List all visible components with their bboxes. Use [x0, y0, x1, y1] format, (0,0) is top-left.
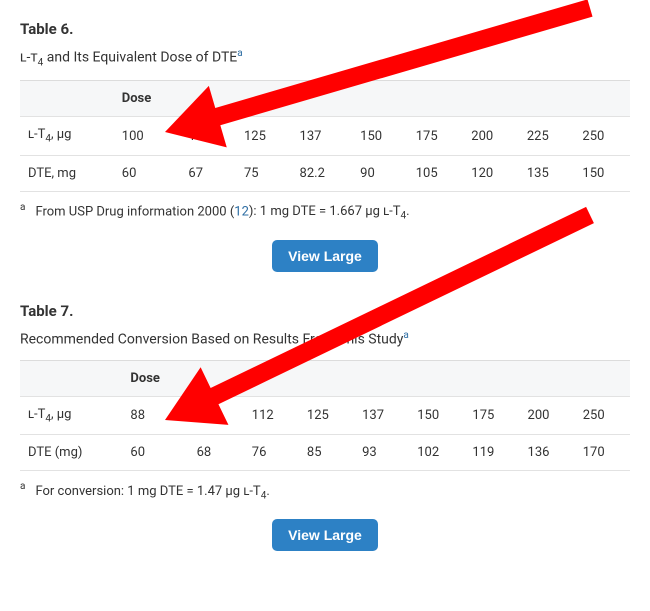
- table-cell: 125: [236, 117, 292, 156]
- table-6-caption: L-T4 and Its Equivalent Dose of DTEa: [20, 48, 630, 68]
- caption-sup: a: [237, 48, 242, 59]
- table-cell: 75: [236, 156, 292, 192]
- table-cell: 135: [519, 156, 575, 192]
- table-cell: 82.2: [292, 156, 353, 192]
- table-cell: 119: [464, 435, 519, 471]
- table-cell: 137: [292, 117, 353, 156]
- table-7-caption: Recommended Conversion Based on Results …: [20, 330, 630, 348]
- footnote-post: ): 1 mg DTE = 1.667 µg L-T4.: [249, 204, 410, 219]
- table-cell: 200: [520, 396, 575, 435]
- table-cell: 85: [299, 435, 354, 471]
- table-cell: 60: [122, 435, 188, 471]
- table-cell: 88: [122, 396, 188, 435]
- view-large-wrap: View Large: [20, 519, 630, 551]
- table-cell: 225: [519, 117, 575, 156]
- table-row: L-T4, µg88100112125137150175200250: [20, 396, 630, 435]
- table-cell: 250: [574, 117, 630, 156]
- table-row: L-T4, µg100112125137150175200225250: [20, 117, 630, 156]
- row-label-header: [20, 360, 122, 396]
- table-cell: 150: [352, 117, 408, 156]
- table-6-body: L-T4, µg100112125137150175200225250DTE, …: [20, 117, 630, 192]
- row-label-header: [20, 81, 114, 117]
- table-7-footnote: a For conversion: 1 mg DTE = 1.47 µg L-T4…: [20, 481, 630, 501]
- table-cell: 175: [408, 117, 464, 156]
- table-7-title: Table 7.: [20, 302, 630, 320]
- table-cell: 100: [114, 117, 181, 156]
- row-label: L-T4, µg: [20, 396, 122, 435]
- table-cell: 102: [409, 435, 464, 471]
- table-cell: 60: [114, 156, 181, 192]
- caption-post: and Its Equivalent Dose of DTE: [43, 50, 237, 66]
- footnote-ref-link[interactable]: 12: [234, 204, 249, 219]
- view-large-wrap: View Large: [20, 240, 630, 272]
- footnote-text: For conversion: 1 mg DTE = 1.47 µg L-T4.: [35, 484, 269, 499]
- footnote-pre: From USP Drug information 2000 (: [35, 204, 234, 219]
- table-cell: 105: [408, 156, 464, 192]
- table-cell: 112: [180, 117, 236, 156]
- table-cell: 137: [354, 396, 409, 435]
- table-7-body: L-T4, µg88100112125137150175200250DTE (m…: [20, 396, 630, 471]
- table-7-block: Table 7. Recommended Conversion Based on…: [20, 302, 630, 551]
- table-6-footnote: a From USP Drug information 2000 (12): 1 …: [20, 202, 630, 222]
- table-cell: 76: [244, 435, 299, 471]
- table-cell: 68: [189, 435, 244, 471]
- table-cell: 112: [244, 396, 299, 435]
- table-row: DTE, mg60677582.290105120135150: [20, 156, 630, 192]
- table-7: Dose L-T4, µg88100112125137150175200250D…: [20, 360, 630, 472]
- table-cell: 100: [189, 396, 244, 435]
- table-cell: 250: [575, 396, 630, 435]
- table-cell: 170: [575, 435, 630, 471]
- row-label: L-T4, µg: [20, 117, 114, 156]
- view-large-button[interactable]: View Large: [272, 519, 378, 551]
- table-cell: 93: [354, 435, 409, 471]
- table-7-header-row: Dose: [20, 360, 630, 396]
- footnote-mark: a: [20, 202, 25, 213]
- table-cell: 67: [180, 156, 236, 192]
- caption-sup: a: [403, 330, 408, 341]
- footnote-mark: a: [20, 481, 25, 492]
- row-label: DTE, mg: [20, 156, 114, 192]
- table-6-header-row: Dose: [20, 81, 630, 117]
- table-row: DTE (mg)6068768593102119136170: [20, 435, 630, 471]
- dose-header: Dose: [122, 360, 188, 396]
- table-cell: 90: [352, 156, 408, 192]
- table-6: Dose L-T4, µg100112125137150175200225250…: [20, 80, 630, 192]
- view-large-button[interactable]: View Large: [272, 240, 378, 272]
- table-cell: 120: [463, 156, 519, 192]
- caption-l: L-T: [20, 50, 38, 66]
- table-cell: 125: [299, 396, 354, 435]
- table-6-title: Table 6.: [20, 20, 630, 38]
- table-cell: 150: [574, 156, 630, 192]
- dose-header: Dose: [114, 81, 181, 117]
- table-cell: 175: [464, 396, 519, 435]
- caption-text: Recommended Conversion Based on Results …: [20, 332, 403, 348]
- table-cell: 150: [409, 396, 464, 435]
- table-cell: 136: [520, 435, 575, 471]
- table-6-block: Table 6. L-T4 and Its Equivalent Dose of…: [20, 20, 630, 272]
- table-cell: 200: [463, 117, 519, 156]
- row-label: DTE (mg): [20, 435, 122, 471]
